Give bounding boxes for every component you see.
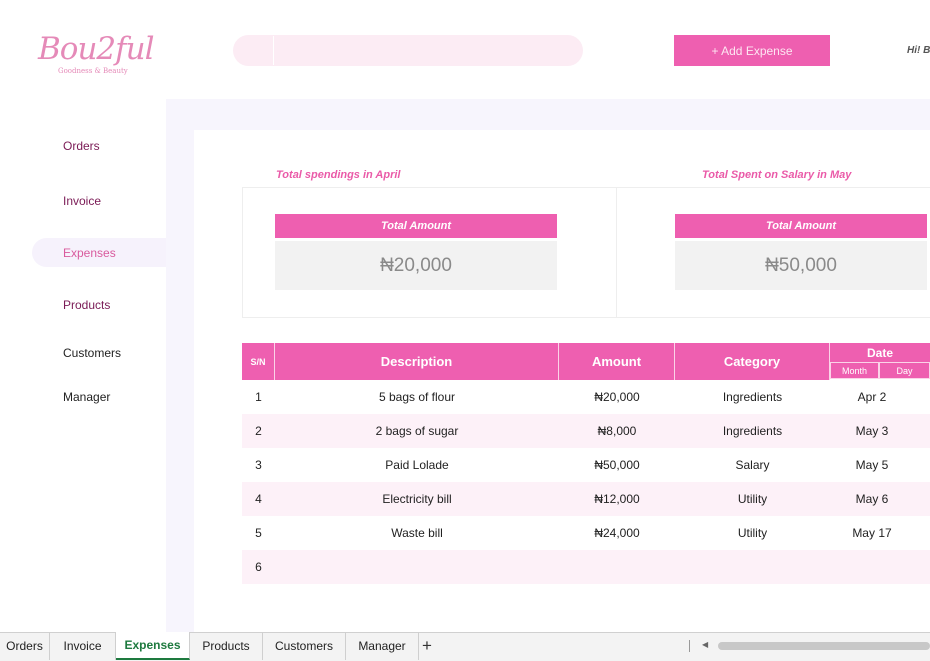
april-spending-title: Total spendings in April [276, 169, 401, 181]
table-row: 2 2 bags of sugar ₦8,000 Ingredients May… [242, 414, 930, 448]
scroll-left-icon[interactable]: ◀ [702, 640, 708, 649]
row-amount [559, 550, 675, 584]
table-row: 5 Waste bill ₦24,000 Utility May 17 [242, 516, 930, 550]
row-date: May 6 [855, 492, 889, 506]
sheet-tab-customers[interactable]: Customers [263, 632, 346, 660]
row-date: May 3 [855, 424, 889, 438]
table-row: 1 5 bags of flour ₦20,000 Ingredients Ap… [242, 380, 930, 414]
row-date: May 5 [855, 458, 889, 472]
column-header-amount: Amount [559, 343, 675, 380]
user-greeting: Hi! Bl [907, 45, 930, 56]
column-header-month: Month [830, 362, 879, 379]
row-description: 2 bags of sugar [375, 424, 459, 438]
column-header-sn: S/N [242, 343, 275, 380]
row-amount: ₦50,000 [594, 458, 640, 472]
row-description: 5 bags of flour [378, 390, 456, 404]
scrollbar-separator [689, 640, 690, 652]
sheet-tab-manager[interactable]: Manager [346, 632, 419, 660]
row-amount: ₦12,000 [594, 492, 640, 506]
row-sn: 1 [255, 390, 262, 404]
row-sn: 2 [255, 424, 262, 438]
column-header-day: Day [879, 362, 930, 379]
sheet-tab-expenses[interactable]: Expenses [116, 632, 190, 660]
brand-logo: Bou2ful Goodness & Beauty [38, 32, 158, 82]
row-amount: ₦20,000 [594, 390, 640, 404]
column-header-date: Date [830, 343, 930, 362]
row-category [675, 550, 830, 584]
row-description: Waste bill [391, 526, 443, 540]
logo-tagline: Goodness & Beauty [58, 67, 128, 75]
row-sn: 4 [255, 492, 262, 506]
row-description: Paid Lolade [385, 458, 449, 472]
salary-spending-title: Total Spent on Salary in May [702, 169, 852, 181]
row-category: Salary [735, 458, 770, 472]
row-description [275, 550, 559, 584]
sidebar-item-products[interactable]: Products [63, 298, 110, 312]
april-total-value: ₦20,000 [275, 241, 557, 290]
table-row: 6 [242, 550, 930, 584]
salary-total-value: ₦50,000 [675, 241, 927, 290]
april-total-header: Total Amount [275, 214, 557, 238]
horizontal-scrollbar[interactable] [718, 642, 930, 650]
row-category: Ingredients [722, 390, 783, 404]
row-sn: 3 [255, 458, 262, 472]
sheet-tab-orders[interactable]: Orders [0, 632, 50, 660]
add-sheet-icon[interactable]: + [422, 636, 432, 656]
row-category: Ingredients [722, 424, 783, 438]
row-sn: 5 [255, 526, 262, 540]
row-category: Utility [737, 492, 768, 506]
table-row: 4 Electricity bill ₦12,000 Utility May 6 [242, 482, 930, 516]
row-amount: ₦8,000 [597, 424, 637, 438]
row-description: Electricity bill [382, 492, 452, 506]
sidebar-item-expenses[interactable]: Expenses [63, 246, 116, 260]
row-sn: 6 [255, 560, 262, 574]
sidebar-item-invoice[interactable]: Invoice [63, 194, 101, 208]
column-header-category: Category [675, 343, 830, 380]
sidebar-item-customers[interactable]: Customers [63, 346, 121, 360]
add-expense-button[interactable]: + Add Expense [674, 35, 830, 66]
row-date [830, 550, 914, 584]
sheet-tab-products[interactable]: Products [190, 632, 263, 660]
row-category: Utility [737, 526, 768, 540]
search-divider [273, 36, 274, 65]
sidebar-item-manager[interactable]: Manager [63, 390, 110, 404]
table-row: 3 Paid Lolade ₦50,000 Salary May 5 [242, 448, 930, 482]
sheet-tab-invoice[interactable]: Invoice [50, 632, 116, 660]
column-header-description: Description [275, 343, 559, 380]
row-amount: ₦24,000 [594, 526, 640, 540]
logo-text: Bou2ful [38, 31, 155, 67]
sidebar-item-orders[interactable]: Orders [63, 139, 100, 153]
search-input[interactable] [233, 35, 583, 66]
row-date: Apr 2 [857, 390, 887, 404]
salary-total-header: Total Amount [675, 214, 927, 238]
row-date: May 17 [852, 526, 892, 540]
